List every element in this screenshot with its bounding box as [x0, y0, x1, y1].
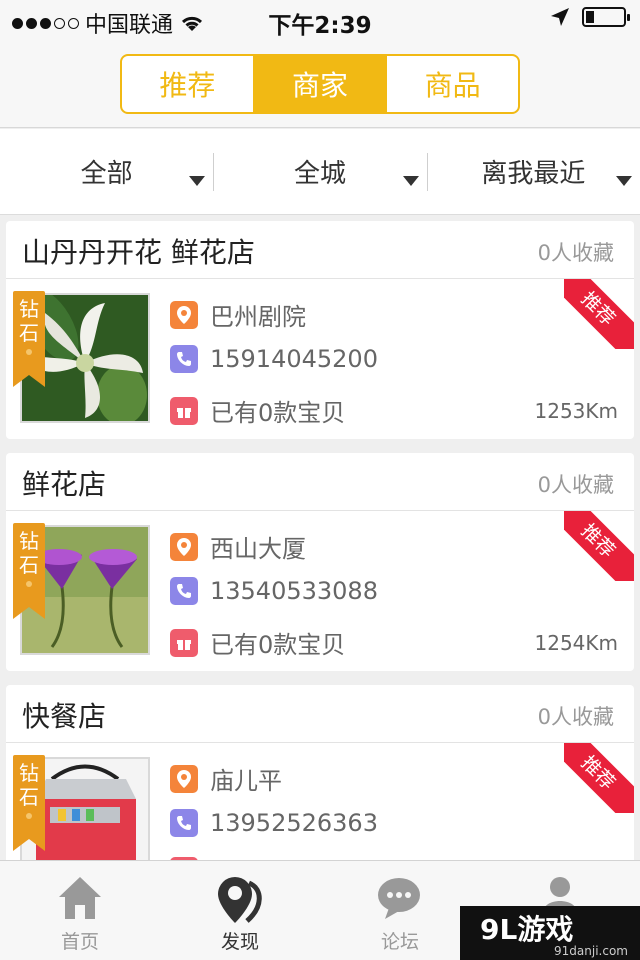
- shop-name: 鲜花店: [22, 468, 107, 501]
- address-row: 庙儿平: [170, 761, 282, 796]
- shop-phone[interactable]: 13952526363: [210, 809, 378, 837]
- address-row: 巴州剧院: [170, 297, 306, 332]
- filter-area[interactable]: 全城: [213, 129, 426, 214]
- shop-card-header: 快餐店 0人收藏: [6, 685, 634, 743]
- segmented-control: 推荐 商家 商品: [120, 54, 520, 114]
- watermark-logo: 9L游戏 91danji.com: [460, 906, 640, 960]
- shop-phone[interactable]: 15914045200: [210, 345, 378, 373]
- shop-card[interactable]: 快餐店 0人收藏 钻石 推荐 庙儿平 13952526363: [6, 685, 634, 860]
- address-row: 西山大厦: [170, 529, 306, 564]
- dropdown-caret-icon: [615, 176, 632, 186]
- phone-icon: [170, 577, 198, 605]
- phone-row[interactable]: 13540533088: [170, 577, 378, 605]
- watermark-brand: 9L游戏: [480, 913, 574, 946]
- ribbon-label: 推荐: [564, 511, 634, 581]
- phone-row[interactable]: 15914045200: [170, 345, 378, 373]
- home-icon: [59, 877, 101, 919]
- favorite-count: 0人收藏: [537, 473, 614, 497]
- product-count: 已有0款宝贝: [210, 399, 346, 427]
- tab-products[interactable]: 商品: [385, 56, 518, 112]
- diamond-badge: 钻石: [13, 291, 45, 387]
- shop-card-header: 山丹丹开花 鲜花店 0人收藏: [6, 221, 634, 279]
- gift-icon: [170, 396, 198, 425]
- watermark-url: 91danji.com: [554, 944, 628, 958]
- filter-category-label: 全部: [80, 159, 133, 189]
- header: 推荐 商家 商品: [0, 40, 640, 128]
- dropdown-caret-icon: [402, 176, 419, 186]
- tab-forum[interactable]: 论坛: [320, 861, 480, 960]
- chat-bubble-icon: [378, 878, 420, 919]
- shop-card-body: 钻石 推荐 庙儿平 13952526363: [6, 743, 634, 860]
- tab-discover-label: 发现: [220, 931, 259, 953]
- diamond-badge: 钻石: [13, 755, 45, 851]
- status-right: [550, 7, 630, 27]
- shop-card[interactable]: 鲜花店 0人收藏 钻石 推荐 西山大厦 13540533088 已有0款宝贝 1…: [6, 453, 634, 671]
- shop-address: 庙儿平: [210, 767, 282, 795]
- shop-card-body: 钻石 推荐 西山大厦 13540533088 已有0款宝贝 1254Km: [6, 511, 634, 671]
- status-bar: 中国联通 下午2:39: [0, 0, 640, 40]
- shop-list[interactable]: 山丹丹开花 鲜花店 0人收藏 钻石 推荐 巴州剧院 15914045200 已有…: [0, 215, 640, 860]
- product-count: 已有0款宝贝: [210, 631, 346, 659]
- gift-icon: [170, 628, 198, 657]
- recommend-ribbon: 推荐: [564, 511, 634, 581]
- shop-card[interactable]: 山丹丹开花 鲜花店 0人收藏 钻石 推荐 巴州剧院 15914045200 已有…: [6, 221, 634, 439]
- phone-icon: [170, 809, 198, 837]
- tab-discover[interactable]: 发现: [160, 861, 320, 960]
- battery-icon: [582, 7, 630, 27]
- favorite-count: 0人收藏: [537, 705, 614, 729]
- ribbon-label: 推荐: [564, 279, 634, 349]
- favorite-count: 0人收藏: [537, 241, 614, 265]
- filter-category[interactable]: 全部: [0, 129, 213, 214]
- location-pin-icon: [170, 532, 198, 561]
- location-arrow-icon: [551, 8, 569, 26]
- shop-card-body: 钻石 推荐 巴州剧院 15914045200 已有0款宝贝 1253Km: [6, 279, 634, 439]
- shop-address: 西山大厦: [210, 535, 306, 563]
- badge-label: 钻石: [19, 529, 39, 577]
- tab-forum-label: 论坛: [380, 931, 419, 953]
- products-row: 已有0款宝贝: [170, 393, 345, 428]
- filter-sort-label: 离我最近: [481, 159, 586, 189]
- badge-label: 钻石: [19, 297, 39, 345]
- shop-phone[interactable]: 13540533088: [210, 577, 378, 605]
- diamond-badge: 钻石: [13, 523, 45, 619]
- filter-sort[interactable]: 离我最近: [426, 129, 640, 214]
- filter-bar: 全部 全城 离我最近: [0, 129, 640, 215]
- dropdown-caret-icon: [189, 176, 206, 186]
- distance: 1253Km: [534, 399, 619, 423]
- filter-area-label: 全城: [293, 159, 346, 189]
- status-time: 下午2:39: [268, 13, 372, 39]
- shop-card-header: 鲜花店 0人收藏: [6, 453, 634, 511]
- tab-home[interactable]: 首页: [0, 861, 160, 960]
- tab-home-label: 首页: [60, 931, 99, 953]
- location-discover-icon: [218, 877, 262, 923]
- shop-address: 巴州剧院: [210, 303, 306, 331]
- distance: 1254Km: [534, 631, 619, 655]
- badge-label: 钻石: [19, 761, 39, 809]
- phone-row[interactable]: 13952526363: [170, 809, 378, 837]
- phone-icon: [170, 345, 198, 373]
- tab-recommend[interactable]: 推荐: [122, 56, 253, 112]
- location-pin-icon: [170, 764, 198, 793]
- recommend-ribbon: 推荐: [564, 743, 634, 813]
- tab-merchants[interactable]: 商家: [252, 56, 386, 112]
- shop-name: 山丹丹开花 鲜花店: [22, 236, 255, 269]
- location-pin-icon: [170, 300, 198, 329]
- recommend-ribbon: 推荐: [564, 279, 634, 349]
- products-row: 已有0款宝贝: [170, 625, 345, 660]
- shop-name: 快餐店: [22, 700, 107, 733]
- ribbon-label: 推荐: [564, 743, 634, 813]
